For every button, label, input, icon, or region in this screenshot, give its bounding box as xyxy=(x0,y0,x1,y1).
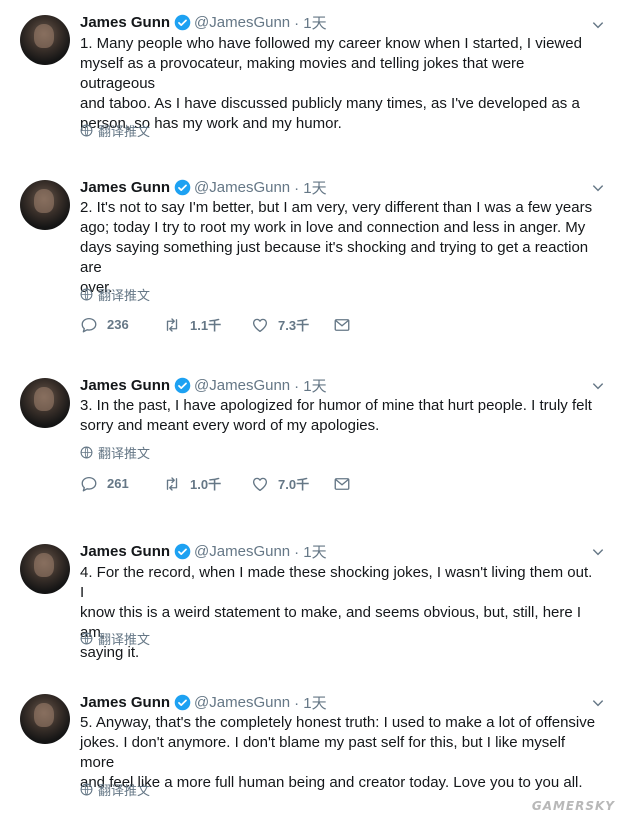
globe-icon xyxy=(80,632,93,645)
author-name[interactable]: James Gunn xyxy=(80,377,170,394)
translate-link[interactable]: 翻译推文 xyxy=(80,443,150,462)
direct-message-button[interactable] xyxy=(333,475,360,493)
verified-badge-icon xyxy=(174,377,191,394)
tweet-time[interactable]: · 1天 xyxy=(294,692,327,713)
tweet-actions: 236 1.1千 7.3千 xyxy=(80,315,360,334)
author-handle[interactable]: @JamesGunn xyxy=(194,14,290,31)
translate-label: 翻译推文 xyxy=(98,632,151,647)
tweet-header: James Gunn @JamesGunn · 1天 xyxy=(80,692,327,713)
translate-label: 翻译推文 xyxy=(98,783,151,798)
reply-icon xyxy=(81,476,97,491)
globe-icon xyxy=(80,446,93,459)
retweet-icon xyxy=(166,476,178,491)
avatar[interactable] xyxy=(20,694,70,744)
chevron-down-icon[interactable] xyxy=(591,181,605,195)
verified-badge-icon xyxy=(174,179,191,196)
tweet-header: James Gunn @JamesGunn · 1天 xyxy=(80,177,327,198)
reply-button[interactable]: 261 xyxy=(80,475,163,493)
author-name[interactable]: James Gunn xyxy=(80,179,170,196)
tweet-header: James Gunn @JamesGunn · 1天 xyxy=(80,12,327,33)
avatar[interactable] xyxy=(20,544,70,594)
author-name[interactable]: James Gunn xyxy=(80,14,170,31)
globe-icon xyxy=(80,288,93,301)
translate-link[interactable]: 翻译推文 xyxy=(80,629,150,648)
chevron-down-icon[interactable] xyxy=(591,545,605,559)
tweet-text: 3. In the past, I have apologized for hu… xyxy=(80,397,592,434)
verified-badge-icon xyxy=(174,694,191,711)
tweet-text: 1. Many people who have followed my care… xyxy=(80,35,582,132)
verified-badge-icon xyxy=(174,14,191,31)
reply-count: 261 xyxy=(107,476,129,491)
translate-label: 翻译推文 xyxy=(98,124,151,139)
tweet-time[interactable]: · 1天 xyxy=(294,12,327,33)
like-button[interactable]: 7.3千 xyxy=(251,315,333,334)
reply-icon xyxy=(81,317,97,332)
retweet-icon xyxy=(166,317,178,332)
translate-link[interactable]: 翻译推文 xyxy=(80,121,150,140)
globe-icon xyxy=(80,783,93,796)
author-handle[interactable]: @JamesGunn xyxy=(194,543,290,560)
reply-button[interactable]: 236 xyxy=(80,316,163,334)
author-name[interactable]: James Gunn xyxy=(80,694,170,711)
tweet-text: 4. For the record, when I made these sho… xyxy=(80,564,593,661)
tweet-time[interactable]: · 1天 xyxy=(294,177,327,198)
retweet-count: 1.1千 xyxy=(190,318,222,333)
tweet-text: 5. Anyway, that's the completely honest … xyxy=(80,714,596,791)
direct-message-button[interactable] xyxy=(333,316,360,334)
author-handle[interactable]: @JamesGunn xyxy=(194,179,290,196)
translate-link[interactable]: 翻译推文 xyxy=(80,285,150,304)
watermark: GAMERSKY xyxy=(531,799,615,813)
author-handle[interactable]: @JamesGunn xyxy=(194,694,290,711)
heart-icon xyxy=(252,318,268,332)
envelope-icon xyxy=(334,477,350,490)
tweet-time[interactable]: · 1天 xyxy=(294,541,327,562)
retweet-count: 1.0千 xyxy=(190,477,222,492)
avatar[interactable] xyxy=(20,378,70,428)
like-button[interactable]: 7.0千 xyxy=(251,474,333,493)
chevron-down-icon[interactable] xyxy=(591,18,605,32)
tweet-actions: 261 1.0千 7.0千 xyxy=(80,474,360,493)
avatar[interactable] xyxy=(20,15,70,65)
like-count: 7.0千 xyxy=(278,477,310,492)
avatar[interactable] xyxy=(20,180,70,230)
like-count: 7.3千 xyxy=(278,318,310,333)
chevron-down-icon[interactable] xyxy=(591,696,605,710)
tweet-time[interactable]: · 1天 xyxy=(294,375,327,396)
chevron-down-icon[interactable] xyxy=(591,379,605,393)
retweet-button[interactable]: 1.0千 xyxy=(163,474,251,493)
translate-link[interactable]: 翻译推文 xyxy=(80,780,150,799)
retweet-button[interactable]: 1.1千 xyxy=(163,315,251,334)
heart-icon xyxy=(252,477,268,491)
verified-badge-icon xyxy=(174,543,191,560)
tweet-header: James Gunn @JamesGunn · 1天 xyxy=(80,375,327,396)
globe-icon xyxy=(80,124,93,137)
tweet-text: 2. It's not to say I'm better, but I am … xyxy=(80,199,593,296)
translate-label: 翻译推文 xyxy=(98,288,151,303)
translate-label: 翻译推文 xyxy=(98,446,151,461)
author-handle[interactable]: @JamesGunn xyxy=(194,377,290,394)
tweet-header: James Gunn @JamesGunn · 1天 xyxy=(80,541,327,562)
reply-count: 236 xyxy=(107,317,129,332)
author-name[interactable]: James Gunn xyxy=(80,543,170,560)
envelope-icon xyxy=(334,318,350,331)
